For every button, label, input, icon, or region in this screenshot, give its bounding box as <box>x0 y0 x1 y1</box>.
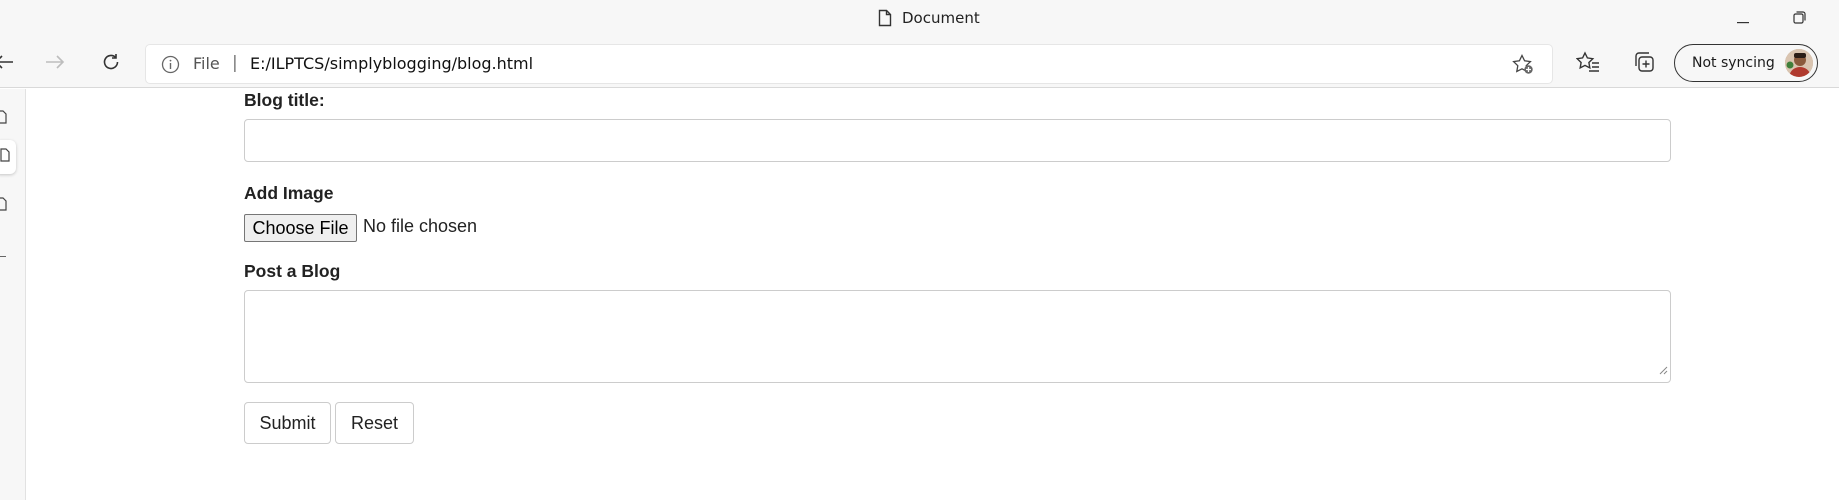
vertical-tabs-sidebar <box>0 89 26 500</box>
tab-icon <box>0 109 7 129</box>
address-url[interactable]: E:/ILPTCS/simplyblogging/blog.html <box>250 54 533 73</box>
blog-title-label: Blog title: <box>244 90 325 110</box>
file-status-text: No file chosen <box>363 216 478 236</box>
collections-icon <box>1633 51 1655 78</box>
sidebar-tab-3[interactable] <box>0 196 12 216</box>
window-title-group: Document <box>878 9 980 27</box>
refresh-icon <box>101 52 121 77</box>
document-icon <box>878 9 892 27</box>
choose-file-button[interactable]: Choose File <box>244 214 357 242</box>
back-button[interactable] <box>0 47 22 81</box>
tab-icon <box>0 147 10 167</box>
favorites-button[interactable] <box>1574 50 1602 78</box>
avatar <box>1785 49 1813 77</box>
star-plus-icon[interactable] <box>1512 54 1534 80</box>
profile-label: Not syncing <box>1692 55 1775 71</box>
address-bar[interactable]: File | E:/ILPTCS/simplyblogging/blog.htm… <box>146 45 1552 83</box>
sidebar-tab-1[interactable] <box>0 109 12 129</box>
submit-button[interactable]: Submit <box>244 402 331 444</box>
address-prefix: File <box>193 54 220 73</box>
forward-arrow-icon <box>45 54 65 75</box>
blog-post-textarea[interactable] <box>244 290 1671 383</box>
favorites-icon <box>1575 50 1600 78</box>
browser-toolbar: File | E:/ILPTCS/simplyblogging/blog.htm… <box>0 40 1839 88</box>
restore-icon <box>1792 11 1806 29</box>
forward-button[interactable] <box>37 47 73 81</box>
sidebar-tab-2[interactable] <box>0 140 16 174</box>
info-icon[interactable] <box>161 55 180 79</box>
page-content: Blog title: Add Image Choose File No fil… <box>27 89 1839 500</box>
tab-icon <box>0 196 7 216</box>
sidebar-divider <box>0 256 6 257</box>
window-title: Document <box>902 9 980 27</box>
collections-button[interactable] <box>1630 50 1658 78</box>
back-arrow-icon <box>0 54 14 75</box>
restore-button[interactable] <box>1776 6 1822 34</box>
reset-button[interactable]: Reset <box>335 402 414 444</box>
minimize-button[interactable] <box>1720 6 1766 34</box>
resize-grip-icon[interactable] <box>1659 362 1668 380</box>
profile-button[interactable]: Not syncing <box>1674 44 1818 82</box>
add-image-label: Add Image <box>244 183 334 203</box>
refresh-button[interactable] <box>93 47 129 81</box>
title-bar: Document <box>0 0 1839 40</box>
blog-title-input[interactable] <box>244 119 1671 162</box>
address-separator: | <box>232 53 238 73</box>
minimize-icon <box>1737 11 1749 29</box>
post-blog-label: Post a Blog <box>244 261 341 281</box>
